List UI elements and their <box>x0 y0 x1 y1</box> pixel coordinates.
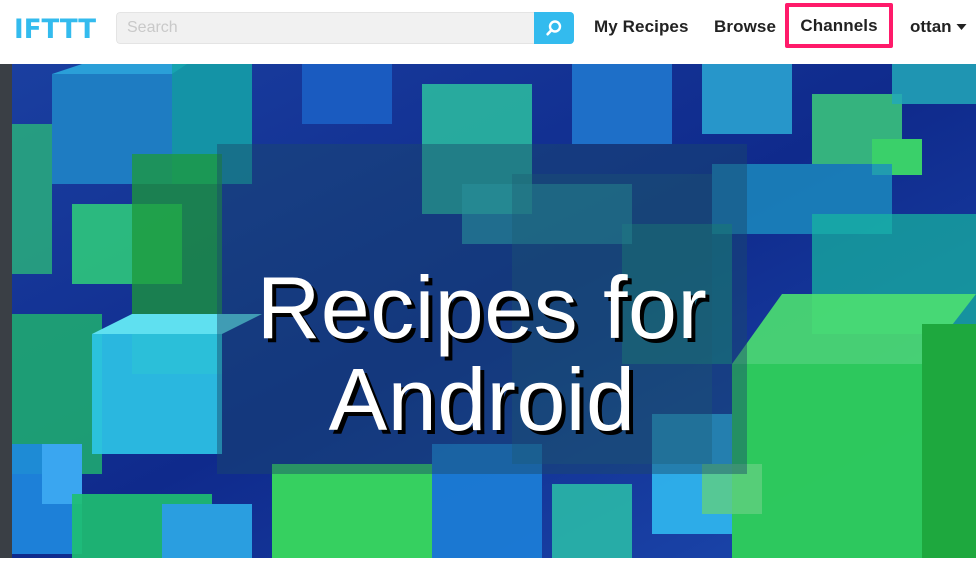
nav-my-recipes-link[interactable]: My Recipes <box>594 17 689 37</box>
nav-browse-link[interactable]: Browse <box>714 17 776 37</box>
nav-channels-link[interactable]: Channels <box>800 16 877 36</box>
channels-highlight-box: Channels <box>785 3 893 48</box>
hero-banner[interactable]: Recipes for Android <box>12 64 976 558</box>
user-name: ottan <box>910 17 952 36</box>
user-menu[interactable]: ottan <box>910 17 967 37</box>
ifttt-logo-text: IFTTT <box>14 14 97 42</box>
search-box <box>116 12 574 44</box>
search-input[interactable] <box>116 12 534 44</box>
caret-down-icon <box>956 24 967 30</box>
page-bottom <box>0 558 976 576</box>
search-button[interactable] <box>534 12 574 44</box>
search-icon <box>546 20 562 36</box>
hero-title: Recipes for Android <box>12 262 952 446</box>
top-navbar: IFTTT My Recipes Browse Channels ottan <box>0 0 976 64</box>
ifttt-logo[interactable]: IFTTT <box>14 14 98 42</box>
left-page-edge <box>0 64 12 558</box>
hero-title-line-1: Recipes for <box>256 258 708 357</box>
hero-title-line-2: Android <box>328 350 636 449</box>
